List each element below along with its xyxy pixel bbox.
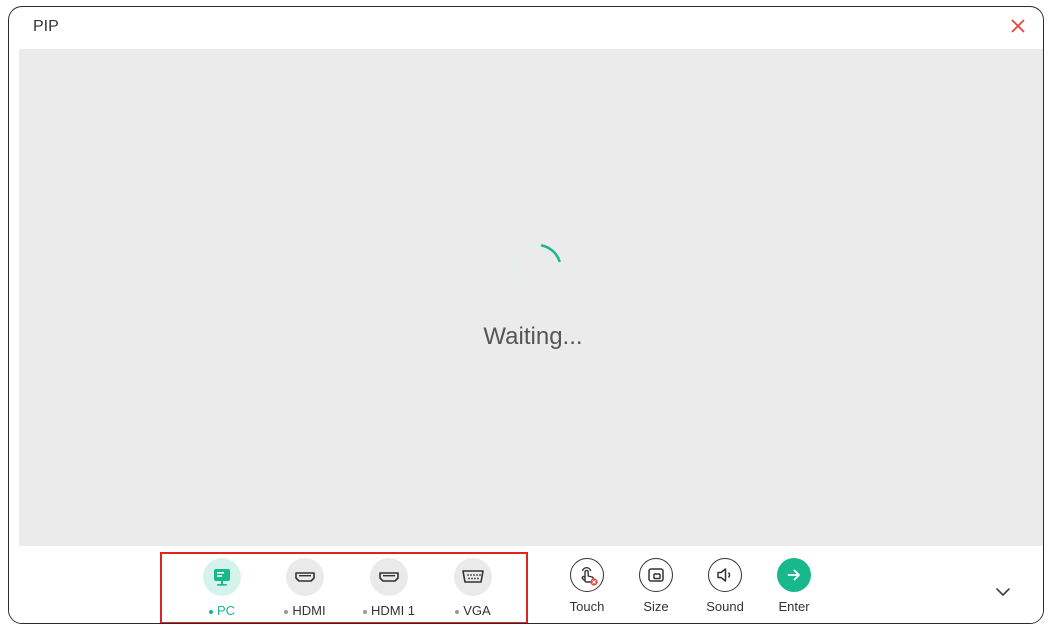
source-hdmi-label: HDMI bbox=[292, 603, 326, 618]
source-hdmi[interactable]: HDMI bbox=[270, 558, 340, 618]
loading-spinner bbox=[512, 244, 562, 294]
size-button[interactable]: Size bbox=[621, 558, 691, 614]
source-pc-label: PC bbox=[216, 603, 236, 618]
enter-label: Enter bbox=[778, 599, 810, 614]
touch-disabled-icon bbox=[581, 567, 598, 586]
hdmi-port-icon bbox=[379, 572, 399, 582]
close-icon bbox=[1011, 19, 1025, 33]
resize-window-icon bbox=[648, 568, 664, 582]
window-title: PIP bbox=[33, 18, 59, 35]
speaker-icon bbox=[717, 568, 731, 582]
source-hdmi-1[interactable]: HDMI 1 bbox=[354, 558, 424, 618]
sound-button[interactable]: Sound bbox=[690, 558, 760, 614]
enter-button[interactable]: Enter bbox=[759, 558, 829, 614]
source-pc[interactable]: PC bbox=[187, 558, 257, 618]
size-label: Size bbox=[643, 599, 669, 614]
source-vga[interactable]: VGA bbox=[438, 558, 508, 618]
touch-label: Touch bbox=[569, 599, 605, 614]
sound-label: Sound bbox=[706, 599, 744, 614]
pip-preview-area: Waiting... bbox=[19, 49, 1043, 546]
monitor-icon bbox=[214, 569, 230, 586]
touch-button[interactable]: Touch bbox=[552, 558, 622, 614]
title-bar: PIP bbox=[9, 7, 1043, 49]
chevron-down-icon bbox=[996, 588, 1010, 596]
source-hdmi-1-label: HDMI 1 bbox=[370, 603, 416, 618]
vga-port-icon bbox=[462, 570, 484, 583]
waiting-status: Waiting... bbox=[483, 323, 583, 350]
pip-window: PIP Waiting... PC HDMI HDMI 1 VGA Touch … bbox=[8, 6, 1044, 624]
arrow-right-icon bbox=[787, 569, 800, 581]
bottom-toolbar: PC HDMI HDMI 1 VGA Touch Size Sound Ente… bbox=[9, 546, 1043, 623]
close-button[interactable] bbox=[1007, 15, 1029, 37]
collapse-toolbar-button[interactable] bbox=[993, 582, 1013, 602]
source-vga-label: VGA bbox=[463, 603, 491, 618]
hdmi-port-icon bbox=[295, 572, 315, 582]
